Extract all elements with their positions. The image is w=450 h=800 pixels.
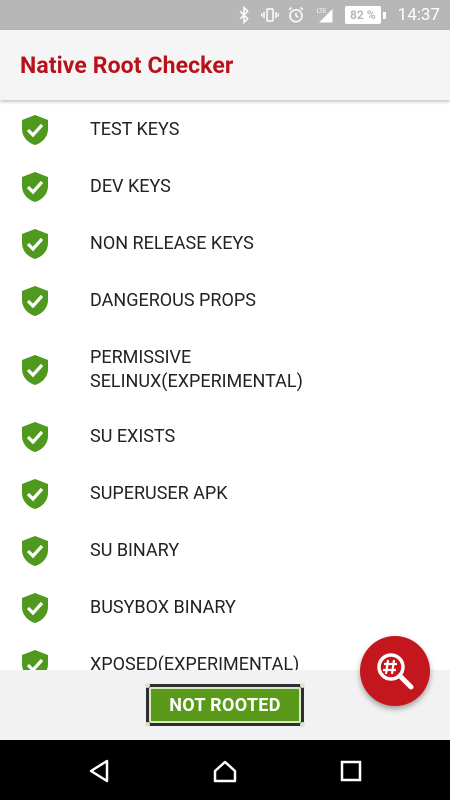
shield-check-icon (20, 421, 50, 453)
status-bar: LTE 82 % 14:37 (0, 0, 450, 30)
shield-check-icon (20, 354, 50, 386)
check-label: DEV KEYS (90, 176, 171, 197)
status-badge: NOT ROOTED (145, 683, 305, 727)
check-label: TEST KEYS (90, 119, 180, 140)
app-bar: Native Root Checker (0, 30, 450, 100)
check-item-superuser-apk: SUPERUSER APK (0, 478, 450, 510)
status-time: 14:37 (397, 5, 440, 25)
shield-check-icon (20, 649, 50, 670)
shield-check-icon (20, 478, 50, 510)
check-root-fab[interactable] (360, 636, 430, 706)
check-label: DANGEROUS PROPS (90, 290, 256, 311)
home-button[interactable] (210, 756, 240, 786)
check-label: SU BINARY (90, 540, 180, 561)
shield-check-icon (20, 228, 50, 260)
check-label: BUSYBOX BINARY (90, 597, 236, 618)
check-item-dangerous-props: DANGEROUS PROPS (0, 285, 450, 317)
back-icon (89, 759, 109, 783)
alarm-icon (287, 6, 305, 24)
back-button[interactable] (84, 756, 114, 786)
check-label: SU EXISTS (90, 426, 176, 447)
battery-icon: 82 % (345, 6, 386, 24)
check-item-su-exists: SU EXISTS (0, 421, 450, 453)
recents-icon (340, 760, 362, 782)
signal-icon: LTE (313, 6, 337, 24)
home-icon (213, 760, 237, 783)
bluetooth-icon (235, 6, 253, 24)
shield-check-icon (20, 114, 50, 146)
root-status-text: NOT ROOTED (149, 687, 301, 723)
shield-check-icon (20, 592, 50, 624)
check-list[interactable]: TEST KEYS DEV KEYS NON RELEASE KEYS DANG… (0, 100, 450, 670)
battery-percent: 82 % (345, 6, 381, 24)
recents-button[interactable] (336, 756, 366, 786)
check-item-busybox-binary: BUSYBOX BINARY (0, 592, 450, 624)
svg-text:LTE: LTE (317, 8, 327, 15)
check-item-permissive-selinux: PERMISSIVE SELINUX(EXPERIMENTAL) (0, 344, 450, 396)
shield-check-icon (20, 535, 50, 567)
shield-check-icon (20, 171, 50, 203)
check-label: SUPERUSER APK (90, 483, 228, 504)
nav-bar (0, 740, 450, 800)
check-item-non-release-keys: NON RELEASE KEYS (0, 228, 450, 260)
check-label: NON RELEASE KEYS (90, 233, 254, 254)
check-item-test-keys: TEST KEYS (0, 114, 450, 146)
vibrate-icon (261, 6, 280, 24)
shield-check-icon (20, 285, 50, 317)
hash-search-icon (377, 653, 414, 690)
check-label: PERMISSIVE SELINUX(EXPERIMENTAL) (90, 347, 303, 392)
check-item-su-binary: SU BINARY (0, 535, 450, 567)
check-item-dev-keys: DEV KEYS (0, 171, 450, 203)
app-title: Native Root Checker (20, 51, 234, 79)
